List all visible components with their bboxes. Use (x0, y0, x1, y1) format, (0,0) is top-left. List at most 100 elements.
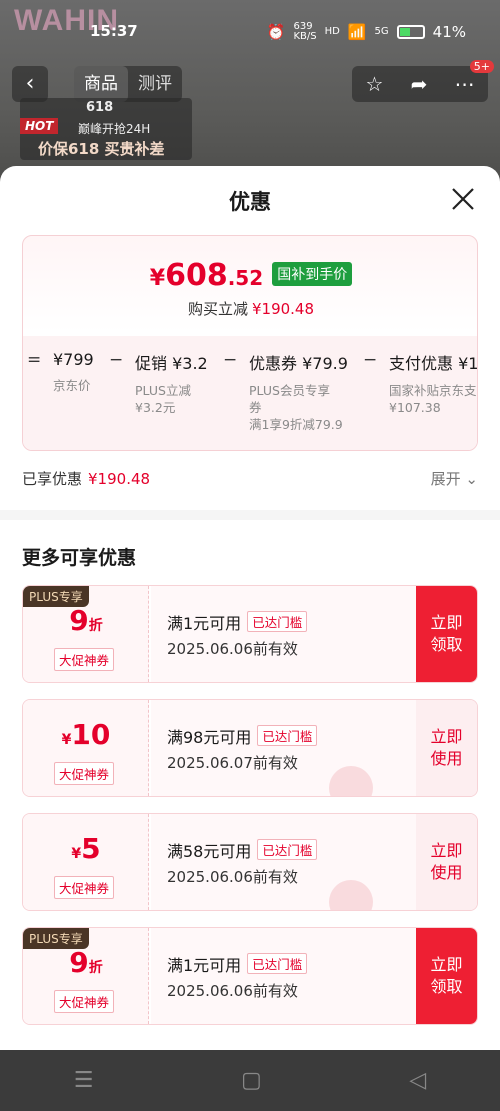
claimed-stamp-icon (329, 766, 373, 796)
claimed-stamp-icon (329, 880, 373, 910)
close-icon[interactable] (450, 186, 476, 212)
favorite-icon[interactable]: ☆ (366, 72, 384, 96)
coupon-condition-text: 满1元可用 (167, 614, 242, 633)
coupon-value-section: PLUS专享 9折 大促神券 (23, 928, 149, 1024)
promo-event: 618 (86, 100, 114, 115)
section-divider (0, 510, 500, 520)
breakdown-desc: 京东价 (53, 377, 94, 394)
system-nav-bar: ☰ ▢ ◁ (0, 1050, 500, 1111)
coupon-condition: 满1元可用 已达门槛 (167, 952, 308, 976)
threshold-met-badge: 已达门槛 (247, 611, 308, 632)
coupon-amount: ¥5 (23, 832, 149, 865)
operator-minus: − (223, 350, 238, 370)
desc-line: 京东价 (53, 378, 91, 393)
product-nav: ‹ 商品 测评 ☆ ➦ ⋯ 5+ (12, 60, 494, 102)
desc-line: ¥107.38 (389, 400, 441, 415)
status-bar: 15:37 ⏰ 639 KB/S HD 📶 5G 41% (0, 22, 500, 44)
hd-indicator: HD (324, 26, 340, 37)
instant-discount-amount: ¥190.48 (251, 300, 315, 318)
coupon-detail-section: 满1元可用 已达门槛 2025.06.06前有效 (151, 586, 417, 682)
final-price-decimal: .52 (227, 266, 264, 290)
coupon-amount: ¥10 (23, 718, 149, 751)
coupon-condition: 满58元可用 已达门槛 (167, 838, 318, 862)
battery-percent: 41% (432, 23, 466, 41)
operator-equals: = (27, 350, 42, 370)
home-icon[interactable]: ▢ (241, 1068, 262, 1093)
coupon-value-section: PLUS专享 9折 大促神券 (23, 586, 149, 682)
breakdown-label: 优惠券 ¥79.9 (249, 354, 348, 373)
coupon-value: 9 (69, 946, 89, 979)
instant-discount-label: 购买立减 (187, 300, 248, 318)
expand-button[interactable]: 展开 ⌄ (431, 468, 478, 489)
action-line: 使用 (430, 863, 463, 882)
operator-minus: − (109, 350, 124, 370)
desc-line: PLUS立减 (135, 383, 191, 398)
final-price-currency: ¥ (149, 266, 166, 291)
breakdown-jd-price: ¥799 京东价 (53, 350, 94, 394)
coupon-condition-text: 满98元可用 (167, 728, 252, 747)
coupon-currency: ¥ (61, 732, 72, 748)
action-line: 领取 (430, 635, 463, 654)
share-icon[interactable]: ➦ (411, 72, 428, 96)
action-line: 领取 (430, 977, 463, 996)
more-icon[interactable]: ⋯ (454, 72, 474, 96)
breakdown-desc: PLUS立减 ¥3.2元 (135, 382, 208, 416)
action-line: 立即 (430, 841, 463, 860)
message-badge: 5+ (469, 60, 494, 73)
coupon-amount: 9折 (23, 604, 149, 637)
breakdown-promo: 促销 ¥3.2 PLUS立减 ¥3.2元 (135, 350, 208, 416)
sheet-title: 优惠 (229, 190, 271, 214)
subsidy-price-tag: 国补到手价 (272, 262, 353, 286)
nav-actions: ☆ ➦ ⋯ 5+ (352, 60, 494, 102)
breakdown-label: 支付优惠 ¥1 (389, 354, 478, 373)
coupon-condition: 满98元可用 已达门槛 (167, 724, 318, 748)
coupon-value: 5 (81, 832, 101, 865)
price-breakdown: = ¥799 京东价 − 促销 ¥3.2 PLUS立减 ¥3.2元 − 优惠券 ¥… (23, 336, 478, 450)
action-line: 立即 (430, 613, 463, 632)
coupon-amount: 9折 (23, 946, 149, 979)
tab-review[interactable]: 测评 (128, 66, 182, 102)
promo-line1: 巅峰开抢24H (78, 122, 151, 136)
coupon-action-button[interactable]: 立即 领取 (416, 928, 477, 1024)
tab-product[interactable]: 商品 (74, 66, 128, 102)
signal-indicator: 5G (374, 26, 389, 37)
net-speed: 639 KB/S (293, 22, 316, 42)
action-line: 立即 (430, 727, 463, 746)
coupon-type-label: 大促神券 (54, 762, 115, 785)
coupon-action-button[interactable]: 立即 领取 (416, 586, 477, 682)
alarm-icon: ⏰ (266, 23, 286, 41)
coupon-detail-section: 满58元可用 已达门槛 2025.06.06前有效 (151, 814, 417, 910)
coupon-action-button[interactable]: 立即 使用 (416, 814, 477, 910)
action-line: 使用 (430, 749, 463, 768)
back-nav-icon[interactable]: ◁ (409, 1068, 426, 1093)
desc-line: 满1享9折减79.9 (249, 417, 343, 432)
coupon-card: PLUS专享 9折 大促神券 满1元可用 已达门槛 2025.06.06前有效 立即 领取 (22, 927, 478, 1025)
coupon-detail-section: 满1元可用 已达门槛 2025.06.06前有效 (151, 928, 417, 1024)
coupon-card: PLUS专享 9折 大促神券 满1元可用 已达门槛 2025.06.06前有效 立即 领取 (22, 585, 478, 683)
desc-line: PLUS会员专享 (249, 383, 330, 398)
coupon-action-button[interactable]: 立即 使用 (416, 700, 477, 796)
chevron-down-icon: ⌄ (465, 470, 478, 488)
price-summary-card: ¥608.52 国补到手价 购买立减 ¥190.48 = ¥799 京东价 − 促… (22, 235, 478, 451)
back-icon[interactable]: ‹ (12, 66, 48, 102)
breakdown-payment: 支付优惠 ¥1 国家补贴京东支 ¥107.38 (389, 350, 478, 416)
battery-icon (396, 25, 425, 39)
coupon-unit: 折 (88, 960, 103, 976)
desc-line: ¥3.2元 (135, 400, 176, 415)
enjoyed-amount: ¥190.48 (88, 470, 151, 488)
menu-icon[interactable]: ☰ (74, 1068, 94, 1093)
operator-minus: − (363, 350, 378, 370)
coupon-value: 10 (71, 718, 111, 751)
desc-line: 国家补贴京东支 (389, 383, 477, 398)
coupon-detail-section: 满98元可用 已达门槛 2025.06.07前有效 (151, 700, 417, 796)
coupon-type-label: 大促神券 (54, 876, 115, 899)
coupon-value-section: ¥5 大促神券 (23, 814, 149, 910)
threshold-met-badge: 已达门槛 (257, 725, 318, 746)
coupon-type-label: 大促神券 (54, 648, 115, 671)
coupon-value: 9 (69, 604, 89, 637)
breakdown-coupon: 优惠券 ¥79.9 PLUS会员专享券满1享9折减79.9 (249, 350, 348, 433)
hot-tag: HOT (20, 118, 59, 134)
product-tabs: 商品 测评 (74, 66, 182, 102)
promo-banner: 618 HOT 巅峰开抢24H 价保618 买贵补差 (20, 98, 192, 160)
coupon-unit: 折 (88, 618, 103, 634)
